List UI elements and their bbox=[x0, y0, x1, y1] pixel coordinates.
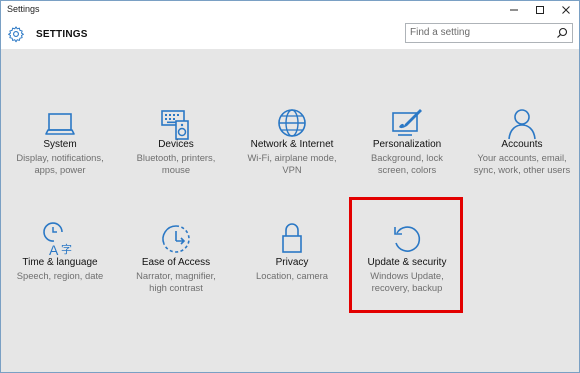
tile-title: Ease of Access bbox=[141, 257, 211, 268]
tile-personalization[interactable]: Personalization Background, lock screen, … bbox=[352, 101, 462, 181]
ease-of-access-icon bbox=[162, 225, 190, 253]
tile-description: Speech, region, date bbox=[16, 270, 104, 281]
tile-network-internet[interactable]: Network & Internet Wi-Fi, airplane mode,… bbox=[237, 101, 347, 181]
tile-title: Devices bbox=[158, 139, 194, 150]
tile-devices[interactable]: Devices Bluetooth, printers, mouse bbox=[121, 101, 231, 181]
search-input[interactable]: Find a setting bbox=[405, 23, 573, 43]
window-title: Settings bbox=[7, 4, 40, 14]
tile-description: Location, camera bbox=[256, 270, 328, 281]
svg-text:字: 字 bbox=[61, 242, 72, 256]
tile-title: System bbox=[43, 139, 77, 150]
tile-accounts[interactable]: Accounts Your accounts, email, sync, work… bbox=[467, 101, 577, 181]
lock-icon bbox=[282, 223, 302, 253]
maximize-button[interactable] bbox=[527, 1, 553, 19]
tile-ease-of-access[interactable]: Ease of Access Narrator, magnifier, high … bbox=[121, 219, 231, 299]
svg-text:A: A bbox=[49, 242, 59, 258]
tile-system[interactable]: System Display, notifications, apps, powe… bbox=[5, 101, 115, 181]
tile-title: Accounts bbox=[501, 139, 543, 150]
highlight-box bbox=[349, 197, 463, 313]
page-title: SETTINGS bbox=[36, 29, 88, 40]
tile-description: Bluetooth, printers, mouse bbox=[136, 152, 216, 175]
tile-description: Narrator, magnifier, high contrast bbox=[136, 270, 216, 293]
tile-title: Network & Internet bbox=[250, 139, 334, 150]
close-button[interactable] bbox=[553, 1, 579, 19]
search-icon[interactable] bbox=[556, 27, 568, 39]
gear-icon bbox=[8, 26, 24, 43]
search-placeholder: Find a setting bbox=[410, 27, 471, 38]
tile-title: Time & language bbox=[22, 257, 98, 268]
tile-description: Display, notifications, apps, power bbox=[16, 152, 104, 175]
tile-description: Your accounts, email, sync, work, other u… bbox=[473, 152, 571, 175]
tile-time-language[interactable]: A 字 Time & language Speech, region, date bbox=[5, 219, 115, 289]
maximize-icon bbox=[536, 6, 544, 14]
tile-title: Personalization bbox=[372, 139, 442, 150]
settings-header: SETTINGS Find a setting bbox=[1, 19, 579, 49]
tile-title: Privacy bbox=[275, 257, 309, 268]
title-bar: Settings bbox=[1, 1, 579, 19]
settings-window: Settings SETTINGS Find a setting System … bbox=[0, 0, 580, 373]
tile-privacy[interactable]: Privacy Location, camera bbox=[237, 219, 347, 289]
tile-description: Background, lock screen, colors bbox=[371, 152, 443, 175]
minimize-icon bbox=[510, 9, 518, 11]
time-language-icon: A 字 bbox=[43, 222, 72, 258]
window-controls bbox=[501, 1, 579, 19]
tile-description: Wi-Fi, airplane mode, VPN bbox=[247, 152, 337, 175]
close-icon bbox=[562, 6, 570, 14]
minimize-button[interactable] bbox=[501, 1, 527, 19]
